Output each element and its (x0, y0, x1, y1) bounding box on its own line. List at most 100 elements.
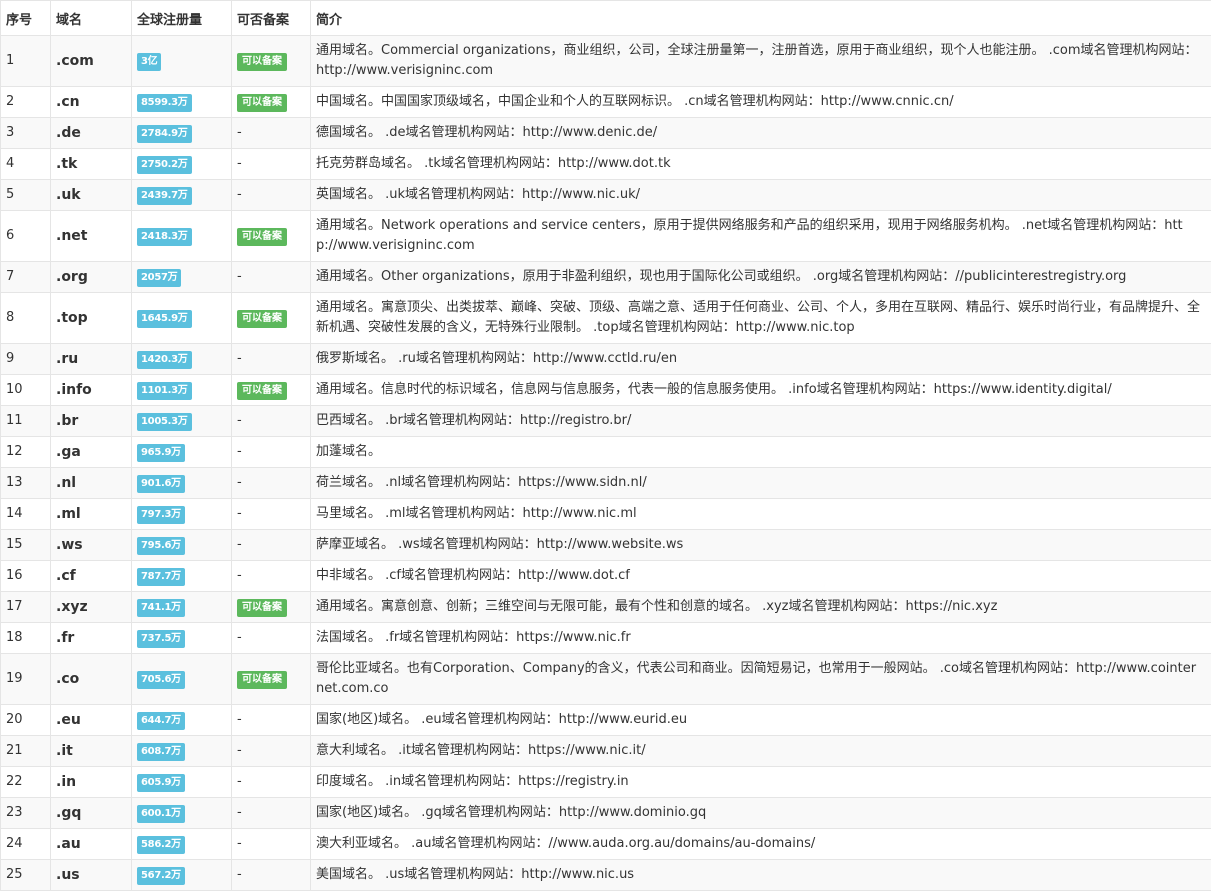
table-row: 17 .xyz 741.1万 可以备案 通用域名。寓意创意、创新；三维空间与无限可能，最… (0, 591, 1211, 623)
icp-cell: - (231, 828, 311, 860)
registrations-cell: 2439.7万 (131, 179, 232, 211)
row-description: 通用域名。Commercial organizations，商业组织，公司，全球… (310, 35, 1211, 87)
registrations-badge: 2439.7万 (137, 187, 192, 205)
registrations-badge: 605.9万 (137, 774, 185, 792)
table-header-row: 序号 域名 全球注册量 可否备案 简介 (0, 0, 1211, 36)
row-index: 8 (0, 292, 51, 344)
icp-cell: - (231, 343, 311, 375)
table-row: 20 .eu 644.7万 - 国家(地区)域名。 .eu域名管理机构网站：http:/… (0, 704, 1211, 736)
domain-suffix: .gq (50, 797, 132, 829)
registrations-cell: 1645.9万 (131, 292, 232, 344)
domain-suffix: .fr (50, 622, 132, 654)
domain-suffix: .de (50, 117, 132, 149)
registrations-badge: 1645.9万 (137, 310, 192, 328)
table-body: 1 .com 3亿 可以备案 通用域名。Commercial organizations… (0, 35, 1211, 891)
table-row: 2 .cn 8599.3万 可以备案 中国域名。中国国家顶级域名，中国企业和个人的互联网… (0, 86, 1211, 118)
icp-none: - (237, 351, 242, 366)
domain-suffix: .ga (50, 436, 132, 468)
row-index: 9 (0, 343, 51, 375)
icp-cell: 可以备案 (231, 210, 311, 262)
row-description: 国家(地区)域名。 .eu域名管理机构网站：http://www.eurid.e… (310, 704, 1211, 736)
icp-cell: - (231, 179, 311, 211)
table-row: 13 .nl 901.6万 - 荷兰域名。 .nl域名管理机构网站：https://ww… (0, 467, 1211, 499)
registrations-badge: 644.7万 (137, 712, 185, 730)
icp-none: - (237, 568, 242, 583)
icp-none: - (237, 712, 242, 727)
table-row: 19 .co 705.6万 可以备案 哥伦比亚域名。也有Corporation、Comp… (0, 653, 1211, 705)
table-row: 18 .fr 737.5万 - 法国域名。 .fr域名管理机构网站：https://ww… (0, 622, 1211, 654)
row-index: 21 (0, 735, 51, 767)
registrations-cell: 567.2万 (131, 859, 232, 891)
icp-cell: 可以备案 (231, 653, 311, 705)
registrations-badge: 3亿 (137, 53, 162, 71)
icp-cell: - (231, 148, 311, 180)
icp-none: - (237, 156, 242, 171)
header-domain: 域名 (50, 0, 132, 36)
icp-cell: - (231, 261, 311, 293)
row-index: 18 (0, 622, 51, 654)
registrations-cell: 1420.3万 (131, 343, 232, 375)
table-row: 24 .au 586.2万 - 澳大利亚域名。 .au域名管理机构网站：//www.au… (0, 828, 1211, 860)
icp-cell: 可以备案 (231, 35, 311, 87)
table-row: 23 .gq 600.1万 - 国家(地区)域名。 .gq域名管理机构网站：http:/… (0, 797, 1211, 829)
icp-cell: - (231, 436, 311, 468)
icp-none: - (237, 475, 242, 490)
registrations-cell: 741.1万 (131, 591, 232, 623)
icp-cell: - (231, 797, 311, 829)
icp-badge: 可以备案 (237, 310, 287, 328)
registrations-cell: 2784.9万 (131, 117, 232, 149)
table-row: 12 .ga 965.9万 - 加蓬域名。 (0, 436, 1211, 468)
icp-badge: 可以备案 (237, 599, 287, 617)
icp-none: - (237, 867, 242, 882)
header-registrations: 全球注册量 (131, 0, 232, 36)
table-row: 10 .info 1101.3万 可以备案 通用域名。信息时代的标识域名，信息网与信息服… (0, 374, 1211, 406)
icp-cell: - (231, 405, 311, 437)
row-index: 20 (0, 704, 51, 736)
row-index: 11 (0, 405, 51, 437)
registrations-badge: 8599.3万 (137, 94, 192, 112)
registrations-cell: 705.6万 (131, 653, 232, 705)
icp-cell: 可以备案 (231, 591, 311, 623)
row-description: 中非域名。 .cf域名管理机构网站：http://www.dot.cf (310, 560, 1211, 592)
row-description: 托克劳群岛域名。 .tk域名管理机构网站：http://www.dot.tk (310, 148, 1211, 180)
icp-badge: 可以备案 (237, 53, 287, 71)
icp-cell: - (231, 560, 311, 592)
row-description: 通用域名。Other organizations，原用于非盈利组织，现也用于国际… (310, 261, 1211, 293)
icp-cell: - (231, 467, 311, 499)
row-index: 13 (0, 467, 51, 499)
table-row: 4 .tk 2750.2万 - 托克劳群岛域名。 .tk域名管理机构网站：http://… (0, 148, 1211, 180)
registrations-cell: 795.6万 (131, 529, 232, 561)
row-index: 23 (0, 797, 51, 829)
row-description: 中国域名。中国国家顶级域名，中国企业和个人的互联网标识。 .cn域名管理机构网站… (310, 86, 1211, 118)
row-description: 通用域名。Network operations and service cent… (310, 210, 1211, 262)
domain-suffix: .eu (50, 704, 132, 736)
row-description: 国家(地区)域名。 .gq域名管理机构网站：http://www.dominio… (310, 797, 1211, 829)
table-row: 11 .br 1005.3万 - 巴西域名。 .br域名管理机构网站：http://re… (0, 405, 1211, 437)
domain-suffix: .tk (50, 148, 132, 180)
registrations-badge: 2750.2万 (137, 156, 192, 174)
row-description: 通用域名。寓意创意、创新；三维空间与无限可能，最有个性和创意的域名。 .xyz域… (310, 591, 1211, 623)
header-index: 序号 (0, 0, 51, 36)
registrations-badge: 901.6万 (137, 475, 185, 493)
domain-suffix: .net (50, 210, 132, 262)
domain-suffix: .ws (50, 529, 132, 561)
table-row: 1 .com 3亿 可以备案 通用域名。Commercial organizations… (0, 35, 1211, 87)
registrations-badge: 705.6万 (137, 671, 185, 689)
row-index: 7 (0, 261, 51, 293)
row-description: 澳大利亚域名。 .au域名管理机构网站：//www.auda.org.au/do… (310, 828, 1211, 860)
row-description: 通用域名。寓意顶尖、出类拔萃、巅峰、突破、顶级、高端之意、适用于任何商业、公司、… (310, 292, 1211, 344)
row-index: 24 (0, 828, 51, 860)
registrations-cell: 605.9万 (131, 766, 232, 798)
icp-badge: 可以备案 (237, 228, 287, 246)
registrations-cell: 1005.3万 (131, 405, 232, 437)
icp-badge: 可以备案 (237, 94, 287, 112)
row-index: 1 (0, 35, 51, 87)
row-index: 3 (0, 117, 51, 149)
icp-badge: 可以备案 (237, 671, 287, 689)
icp-none: - (237, 537, 242, 552)
row-index: 15 (0, 529, 51, 561)
registrations-cell: 600.1万 (131, 797, 232, 829)
icp-none: - (237, 805, 242, 820)
domain-suffix: .co (50, 653, 132, 705)
table-row: 5 .uk 2439.7万 - 英国域名。 .uk域名管理机构网站：http://www… (0, 179, 1211, 211)
